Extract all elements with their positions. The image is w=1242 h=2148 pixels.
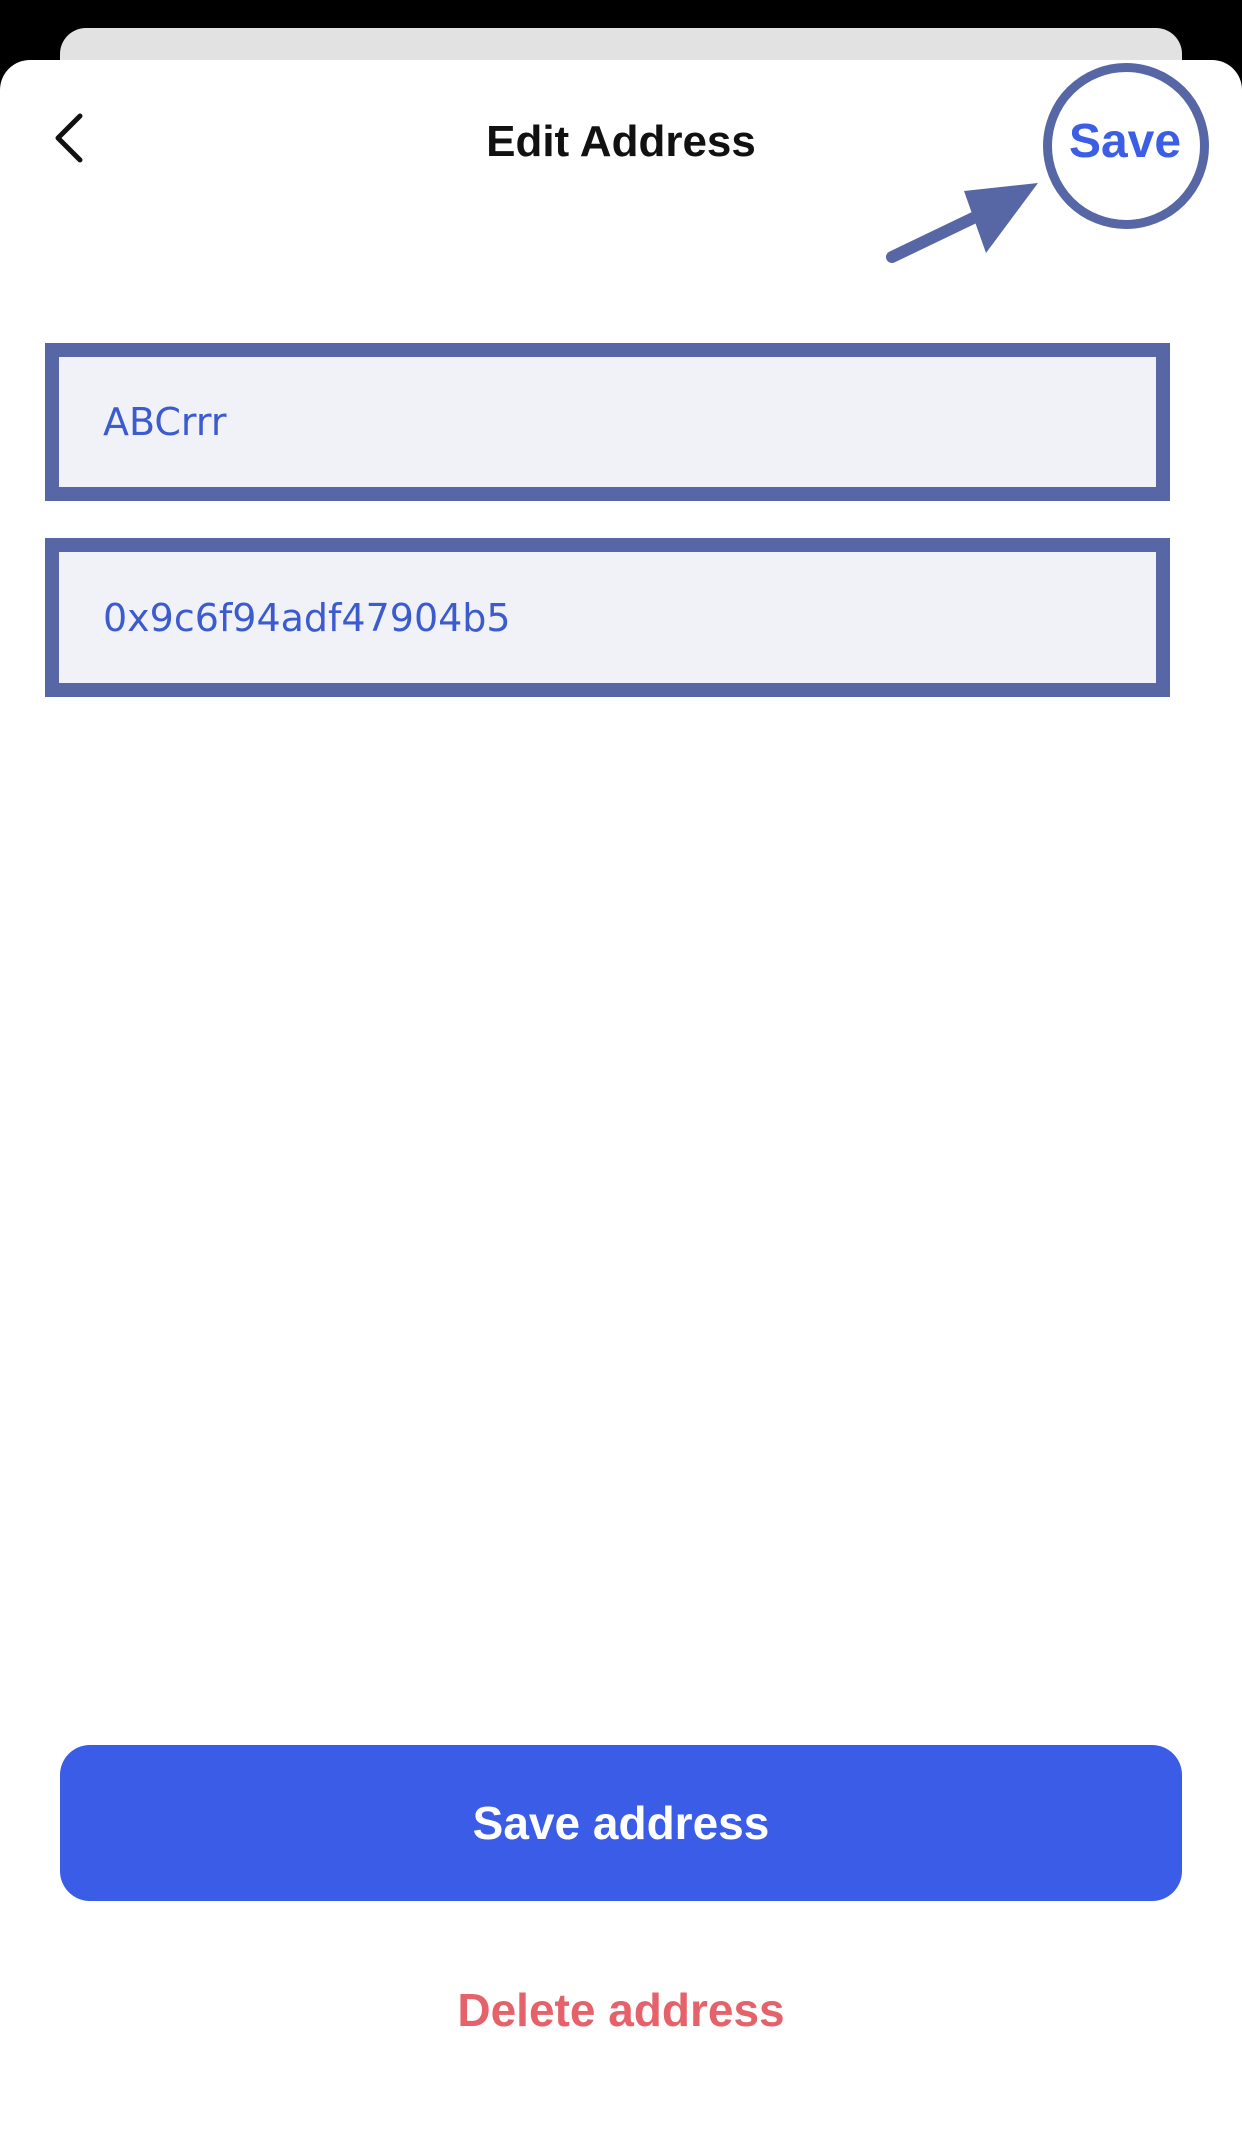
name-input[interactable]: ABCrrr [59, 357, 1156, 487]
name-field-highlight: ABCrrr [45, 343, 1170, 501]
save-address-label: Save address [472, 1797, 770, 1849]
address-input[interactable]: 0x9c6f94adf47904b5 [59, 552, 1156, 683]
annotation-arrow-icon [880, 175, 1040, 280]
delete-address-button[interactable]: Delete address [0, 1980, 1242, 2040]
save-address-button[interactable]: Save address [60, 1745, 1182, 1901]
address-field-highlight: 0x9c6f94adf47904b5 [45, 538, 1170, 697]
annotation-circle [1043, 63, 1209, 229]
screen: Edit Address Save ABCrrr 0x9c6f94adf4790… [0, 0, 1242, 2148]
